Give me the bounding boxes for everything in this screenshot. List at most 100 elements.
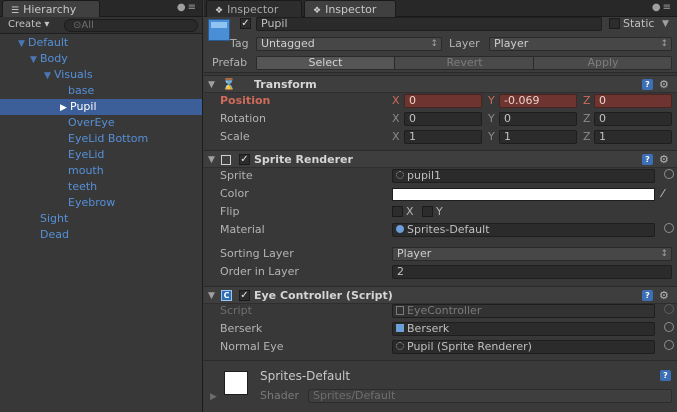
object-picker-icon[interactable] <box>664 169 674 179</box>
hierarchy-item-label: base <box>68 84 95 97</box>
hierarchy-item-body[interactable]: ▼ Body <box>0 51 202 67</box>
hierarchy-item-sight[interactable]: Sight <box>0 211 202 227</box>
berserk-object-field[interactable]: Berserk <box>392 322 655 336</box>
layer-label: Layer <box>449 37 480 50</box>
hierarchy-item-pupil[interactable]: ▶ Pupil <box>0 99 202 115</box>
help-icon[interactable]: ? <box>642 290 653 301</box>
shader-dropdown[interactable]: Sprites/Default <box>308 389 672 403</box>
script-icon: C <box>221 290 232 301</box>
expand-arrow-icon[interactable]: ▼ <box>18 36 28 52</box>
object-picker-icon[interactable] <box>664 322 674 332</box>
active-checkbox[interactable]: ✓ <box>240 18 251 29</box>
hierarchy-item-teeth[interactable]: teeth <box>0 179 202 195</box>
scale-z-field[interactable]: 1 <box>594 130 672 144</box>
tab-inspector-1[interactable]: ❖ Inspector <box>206 0 302 17</box>
rotation-x-field[interactable]: 0 <box>404 112 482 126</box>
tab-inspector-2[interactable]: ❖ Inspector <box>304 0 396 17</box>
order-in-layer-field[interactable]: 2 <box>392 265 672 279</box>
expand-arrow-icon[interactable]: ▼ <box>30 52 40 68</box>
hierarchy-item-eyelid-bottom[interactable]: EyeLid Bottom <box>0 131 202 147</box>
berserk-label: Berserk <box>220 322 263 335</box>
material-row: Material Sprites-Default <box>204 221 677 239</box>
static-dropdown-icon[interactable]: ▼ <box>662 17 669 31</box>
scale-y-field[interactable]: 1 <box>499 130 577 144</box>
hierarchy-item-label: teeth <box>68 180 98 193</box>
layer-dropdown[interactable]: Player <box>489 37 672 51</box>
help-icon[interactable]: ? <box>642 154 653 165</box>
rotation-x-axis[interactable]: X <box>392 110 400 128</box>
object-picker-icon[interactable] <box>664 223 674 233</box>
hierarchy-search-input[interactable]: ⊙All <box>64 19 198 32</box>
hierarchy-item-default[interactable]: ▼ Default <box>0 35 202 51</box>
color-swatch[interactable] <box>392 188 655 201</box>
position-y-axis[interactable]: Y <box>488 92 495 110</box>
hierarchy-item-mouth[interactable]: mouth <box>0 163 202 179</box>
eye-controller-enabled-checkbox[interactable]: ✓ <box>239 290 250 301</box>
object-name-input[interactable]: Pupil <box>256 17 602 31</box>
eyedropper-icon[interactable]: ⁄ <box>662 185 664 203</box>
flip-row: Flip X Y <box>204 203 677 221</box>
rotation-y-field[interactable]: 0 <box>499 112 577 126</box>
scale-x-field[interactable]: 1 <box>404 130 482 144</box>
prefab-apply-button[interactable]: Apply <box>535 57 671 69</box>
rotation-y-axis[interactable]: Y <box>488 110 495 128</box>
hierarchy-item-eyebrow[interactable]: Eyebrow <box>0 195 202 211</box>
object-picker-icon[interactable] <box>664 340 674 350</box>
normal-eye-value: Pupil (Sprite Renderer) <box>407 340 532 353</box>
scale-x-axis[interactable]: X <box>392 128 400 146</box>
position-z-field[interactable]: 0 <box>594 94 672 108</box>
inspector-panel: ❖ Inspector ❖ Inspector ●≡ ✓ Pupil Static … <box>204 0 677 412</box>
hierarchy-item-overeye[interactable]: OverEye <box>0 115 202 131</box>
rotation-z-field[interactable]: 0 <box>594 112 672 126</box>
script-object-field: EyeController <box>392 304 655 318</box>
sorting-layer-dropdown[interactable]: Player <box>392 247 672 261</box>
static-checkbox[interactable] <box>609 18 620 29</box>
tag-dropdown[interactable]: Untagged <box>256 37 442 51</box>
prefab-revert-button[interactable]: Revert <box>396 57 534 69</box>
expand-arrow-icon[interactable]: ▼ <box>44 68 54 84</box>
material-preview-thumbnail <box>224 371 248 395</box>
lock-menu-icon[interactable]: ●≡ <box>652 2 673 13</box>
flip-x-checkbox[interactable] <box>392 206 403 217</box>
rotation-z-axis[interactable]: Z <box>583 110 591 128</box>
scale-z-axis[interactable]: Z <box>583 128 591 146</box>
sprite-value: pupil1 <box>407 169 442 182</box>
hierarchy-item-visuals[interactable]: ▼ Visuals <box>0 67 202 83</box>
scale-y-axis[interactable]: Y <box>488 128 495 146</box>
expand-arrow-icon[interactable]: ▶ <box>210 392 217 402</box>
prefab-select-button[interactable]: Select <box>257 57 395 69</box>
position-y-field[interactable]: -0.069 <box>499 94 577 108</box>
collapse-arrow-icon[interactable]: ▶ <box>60 100 70 116</box>
hierarchy-item-label: Body <box>40 52 68 65</box>
position-z-axis[interactable]: Z <box>583 92 591 110</box>
sprite-renderer-header[interactable]: ▼ ✓ Sprite Renderer ? ⚙ <box>204 150 677 168</box>
lock-menu-icon[interactable]: ●≡ <box>177 2 198 13</box>
create-button[interactable]: Create ▾ <box>4 18 53 32</box>
hierarchy-item-base[interactable]: base <box>0 83 202 99</box>
hierarchy-item-eyelid[interactable]: EyeLid <box>0 147 202 163</box>
flip-y-checkbox[interactable] <box>422 206 433 217</box>
tab-hierarchy-label: Hierarchy <box>23 3 77 16</box>
rotation-row: Rotation X 0 Y 0 Z 0 <box>204 110 677 128</box>
tab-hierarchy[interactable]: ☰ Hierarchy <box>2 0 100 17</box>
hierarchy-item-label: EyeLid <box>68 148 105 161</box>
normal-eye-object-field[interactable]: Pupil (Sprite Renderer) <box>392 340 655 354</box>
prefab-button-group: Select Revert Apply <box>256 56 672 70</box>
sprite-object-field[interactable]: pupil1 <box>392 169 655 183</box>
position-x-field[interactable]: 0 <box>404 94 482 108</box>
transform-header[interactable]: ▼ ⌛ Transform ? ⚙ <box>204 75 677 93</box>
material-object-field[interactable]: Sprites-Default <box>392 223 655 237</box>
color-row: Color ⁄ <box>204 185 677 203</box>
help-icon[interactable]: ? <box>660 370 671 381</box>
normal-eye-row: Normal Eye Pupil (Sprite Renderer) <box>204 338 677 356</box>
position-row: Position X 0 Y -0.069 Z 0 <box>204 92 677 110</box>
position-x-axis[interactable]: X <box>392 92 400 110</box>
tab-inspector-2-label: Inspector <box>325 3 377 16</box>
hierarchy-item-dead[interactable]: Dead <box>0 227 202 243</box>
position-label: Position <box>220 94 271 107</box>
sprite-renderer-enabled-checkbox[interactable]: ✓ <box>239 154 250 165</box>
material-label: Material <box>220 223 265 236</box>
help-icon[interactable]: ? <box>642 79 653 90</box>
hierarchy-item-label: Sight <box>40 212 69 225</box>
tag-label: Tag <box>230 37 249 50</box>
